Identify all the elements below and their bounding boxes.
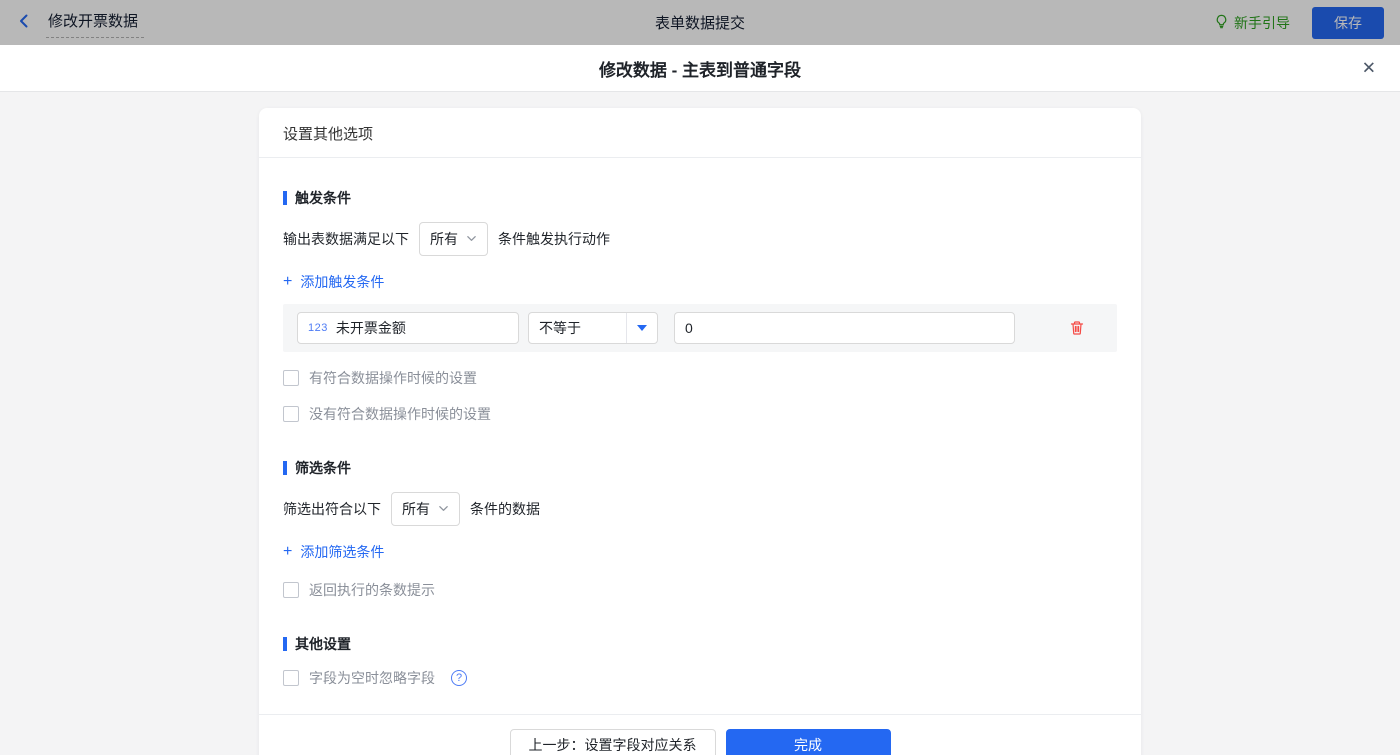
add-trigger-condition-label: 添加触发条件 — [300, 274, 385, 290]
condition-field-select[interactable]: 123 未开票金额 — [297, 312, 519, 344]
return-count-checkbox[interactable] — [283, 582, 299, 598]
card-header-title: 设置其他选项 — [259, 108, 1141, 158]
number-field-type-icon: 123 — [308, 322, 328, 334]
node-title: 表单数据提交 — [654, 15, 745, 32]
modal-title: 修改数据 - 主表到普通字段 — [598, 60, 802, 80]
section-trigger-title: 触发条件 — [295, 190, 351, 206]
section-other-settings: 其他设置 — [283, 634, 1117, 654]
add-filter-condition-label: 添加筛选条件 — [300, 544, 385, 560]
chevron-down-icon — [438, 501, 449, 517]
ignore-empty-label: 字段为空时忽略字段 — [309, 670, 435, 686]
section-filter-title: 筛选条件 — [295, 460, 351, 476]
add-trigger-condition-link[interactable]: + 添加触发条件 — [283, 272, 384, 292]
card-footer: 上一步：设置字段对应关系 完成 — [259, 714, 1141, 755]
section-trigger-conditions: 触发条件 — [283, 188, 1117, 208]
caret-down-icon — [627, 325, 657, 331]
ignore-empty-row: 字段为空时忽略字段 ? — [283, 668, 1117, 688]
plus-icon: + — [283, 543, 293, 560]
section-filter-conditions: 筛选条件 — [283, 458, 1117, 478]
filter-match-select[interactable]: 所有 — [391, 492, 460, 526]
back-button[interactable] — [16, 13, 32, 32]
lightbulb-icon — [1214, 14, 1229, 32]
modal-body: 设置其他选项 触发条件 输出表数据满足以下 所有 条件触发执行动作 + 添加触发… — [0, 92, 1400, 755]
topbar-left: 修改开票数据 — [16, 8, 346, 38]
flow-name-editable[interactable]: 修改开票数据 — [46, 8, 145, 38]
plus-icon: + — [283, 273, 293, 290]
trigger-match-prefix: 输出表数据满足以下 — [283, 231, 409, 247]
done-button[interactable]: 完成 — [725, 729, 891, 755]
delete-condition-trash-icon[interactable] — [1069, 320, 1085, 336]
section-marker — [283, 461, 287, 475]
chevron-down-icon — [466, 231, 477, 247]
has-match-checkbox[interactable] — [283, 370, 299, 386]
save-button[interactable]: 保存 — [1312, 6, 1384, 39]
filter-match-select-value: 所有 — [402, 501, 430, 517]
topbar-right: 新手引导 保存 — [1054, 6, 1384, 39]
condition-operator-value: 不等于 — [539, 320, 581, 336]
section-marker — [283, 191, 287, 205]
condition-value-input[interactable]: 0 — [674, 312, 1015, 344]
no-match-checkbox[interactable] — [283, 406, 299, 422]
options-card: 设置其他选项 触发条件 输出表数据满足以下 所有 条件触发执行动作 + 添加触发… — [259, 108, 1141, 755]
card-content: 触发条件 输出表数据满足以下 所有 条件触发执行动作 + 添加触发条件 123 — [259, 158, 1141, 714]
return-count-label: 返回执行的条数提示 — [309, 582, 435, 598]
trigger-match-select-value: 所有 — [430, 231, 458, 247]
condition-field-name: 未开票金额 — [335, 320, 406, 336]
trigger-match-row: 输出表数据满足以下 所有 条件触发执行动作 — [283, 222, 1117, 256]
filter-match-prefix: 筛选出符合以下 — [283, 501, 381, 517]
beginner-guide-label: 新手引导 — [1234, 14, 1290, 31]
trigger-match-select[interactable]: 所有 — [419, 222, 488, 256]
help-question-icon[interactable]: ? — [451, 670, 467, 686]
has-match-setting-row: 有符合数据操作时候的设置 — [283, 368, 1117, 388]
section-other-title: 其他设置 — [295, 636, 351, 652]
trigger-condition-row: 123 未开票金额 不等于 0 — [283, 304, 1117, 352]
has-match-label: 有符合数据操作时候的设置 — [309, 370, 477, 386]
beginner-guide-link[interactable]: 新手引导 — [1214, 13, 1290, 33]
filter-match-suffix: 条件的数据 — [470, 501, 540, 517]
top-app-bar: 修改开票数据 表单数据提交 新手引导 保存 — [0, 0, 1400, 45]
section-marker — [283, 637, 287, 651]
prev-step-button[interactable]: 上一步：设置字段对应关系 — [509, 729, 716, 755]
ignore-empty-checkbox[interactable] — [283, 670, 299, 686]
no-match-setting-row: 没有符合数据操作时候的设置 — [283, 404, 1117, 424]
add-filter-condition-link[interactable]: + 添加筛选条件 — [283, 542, 384, 562]
modal-header: 修改数据 - 主表到普通字段 ✕ — [0, 45, 1400, 92]
chevron-left-icon — [16, 13, 32, 32]
trigger-match-suffix: 条件触发执行动作 — [498, 231, 610, 247]
filter-match-row: 筛选出符合以下 所有 条件的数据 — [283, 492, 1117, 526]
close-icon[interactable]: ✕ — [1362, 60, 1376, 77]
no-match-label: 没有符合数据操作时候的设置 — [309, 406, 491, 422]
condition-operator-select[interactable]: 不等于 — [528, 312, 658, 344]
return-count-row: 返回执行的条数提示 — [283, 580, 1117, 600]
